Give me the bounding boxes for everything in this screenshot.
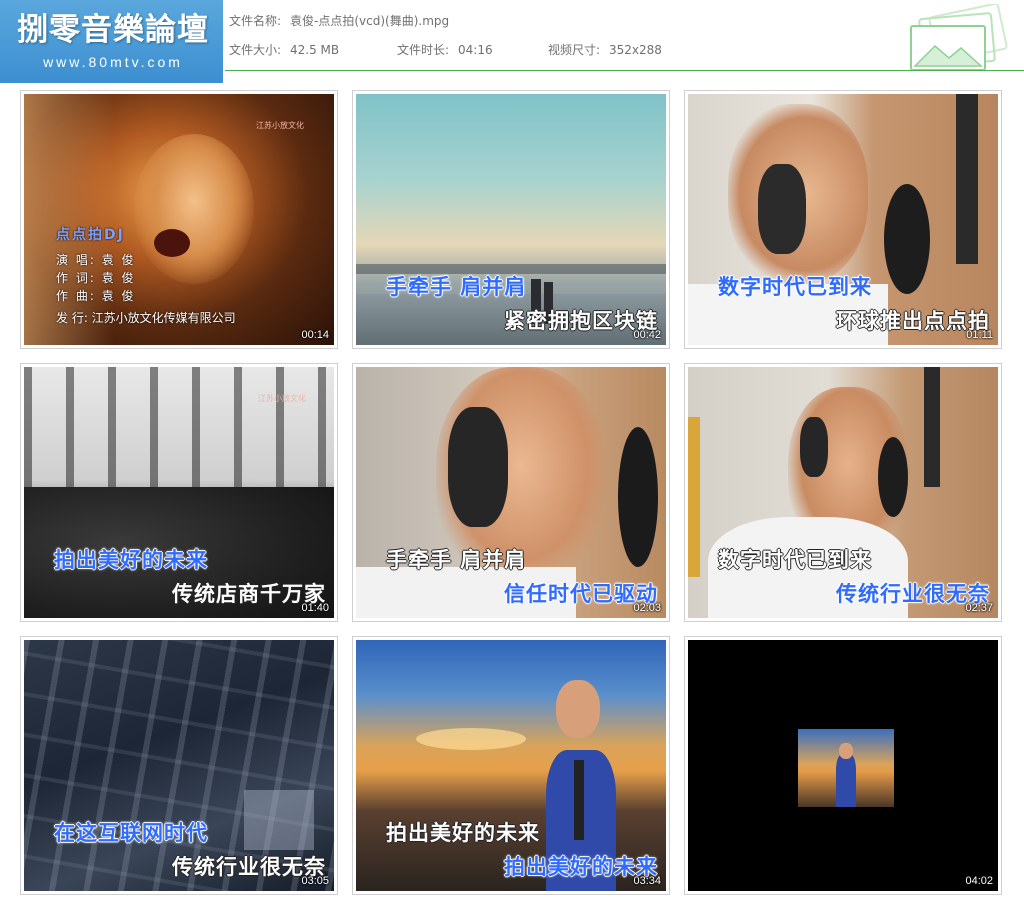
file-size-value: 42.5 MB xyxy=(290,43,340,57)
video-frame: 手牵手 肩并肩 信任时代已驱动 02:03 xyxy=(356,367,666,618)
thumbnail-1[interactable]: 江苏小放文化 点点拍DJ 演 唱: 袁 俊 作 词: 袁 俊 作 曲: 袁 俊 … xyxy=(20,90,338,349)
lyric-line-1: 拍出美好的未来 xyxy=(386,821,540,845)
watermark: 江苏小放文化 xyxy=(258,394,306,403)
video-frame: 江苏小放文化 点点拍DJ 演 唱: 袁 俊 作 词: 袁 俊 作 曲: 袁 俊 … xyxy=(24,94,334,345)
file-size-label: 文件大小: xyxy=(229,43,282,57)
timestamp: 01:11 xyxy=(966,329,993,341)
timestamp: 04:02 xyxy=(965,875,993,887)
timestamp: 00:42 xyxy=(633,329,661,341)
lyric-line-1: 在这互联网时代 xyxy=(54,821,208,845)
resolution-label: 视频尺寸: xyxy=(548,43,601,57)
file-name-label: 文件名称: xyxy=(229,14,282,28)
credit-line: 演 唱: 袁 俊 xyxy=(56,253,136,267)
video-frame: 04:02 xyxy=(688,640,998,891)
credit-line: 作 曲: 袁 俊 xyxy=(56,289,136,303)
video-frame: 拍出美好的未来 拍出美好的未来 03:34 xyxy=(356,640,666,891)
video-frame: 江苏小放文化 拍出美好的未来 传统店商千万家 01:40 xyxy=(24,367,334,618)
lyric-line-1: 手牵手 肩并肩 xyxy=(386,548,527,572)
credit-line: 发 行: 江苏小放文化传媒有限公司 xyxy=(56,311,236,325)
watermark: 江苏小放文化 xyxy=(256,121,304,130)
credit-line: 作 词: 袁 俊 xyxy=(56,271,136,285)
timestamp: 02:37 xyxy=(965,602,993,614)
picture-stack-icon xyxy=(910,4,1008,71)
timestamp: 03:05 xyxy=(301,875,329,887)
lyric-line-1: 拍出美好的未来 xyxy=(54,548,208,572)
thumbnail-8[interactable]: 拍出美好的未来 拍出美好的未来 03:34 xyxy=(352,636,670,895)
timestamp: 02:03 xyxy=(633,602,661,614)
timestamp: 03:34 xyxy=(633,875,661,887)
duration-label: 文件时长: xyxy=(397,43,450,57)
lyric-line-1: 手牵手 肩并肩 xyxy=(386,275,527,299)
timestamp: 01:40 xyxy=(301,602,329,614)
duration-value: 04:16 xyxy=(458,43,493,57)
video-frame: 手牵手 肩并肩 紧密拥抱区块链 00:42 xyxy=(356,94,666,345)
logo-url: www.80mtv.com xyxy=(43,54,183,70)
video-frame: 数字时代已到来 传统行业很无奈 02:37 xyxy=(688,367,998,618)
thumbnail-3[interactable]: 数字时代已到来 环球推出点点拍 01:11 xyxy=(684,90,1002,349)
header-divider xyxy=(225,70,1024,71)
thumbnail-2[interactable]: 手牵手 肩并肩 紧密拥抱区块链 00:42 xyxy=(352,90,670,349)
file-name-value: 袁俊-点点拍(vcd)(舞曲).mpg xyxy=(290,14,450,28)
credit-title: 点点拍DJ xyxy=(56,227,125,243)
lyric-line-1: 数字时代已到来 xyxy=(718,548,872,572)
thumbnail-4[interactable]: 江苏小放文化 拍出美好的未来 传统店商千万家 01:40 xyxy=(20,363,338,622)
logo-title: 捌零音樂論壇 xyxy=(17,12,209,48)
thumbnail-7[interactable]: 在这互联网时代 传统行业很无奈 03:05 xyxy=(20,636,338,895)
thumbnail-9[interactable]: 04:02 xyxy=(684,636,1002,895)
video-frame: 数字时代已到来 环球推出点点拍 01:11 xyxy=(688,94,998,345)
timestamp: 00:14 xyxy=(301,329,329,341)
video-frame: 在这互联网时代 传统行业很无奈 03:05 xyxy=(24,640,334,891)
thumbnail-6[interactable]: 数字时代已到来 传统行业很无奈 02:37 xyxy=(684,363,1002,622)
thumbnail-5[interactable]: 手牵手 肩并肩 信任时代已驱动 02:03 xyxy=(352,363,670,622)
resolution-value: 352x288 xyxy=(609,43,662,57)
site-logo: 捌零音樂論壇 www.80mtv.com xyxy=(0,0,223,83)
lyric-line-1: 数字时代已到来 xyxy=(718,275,872,299)
